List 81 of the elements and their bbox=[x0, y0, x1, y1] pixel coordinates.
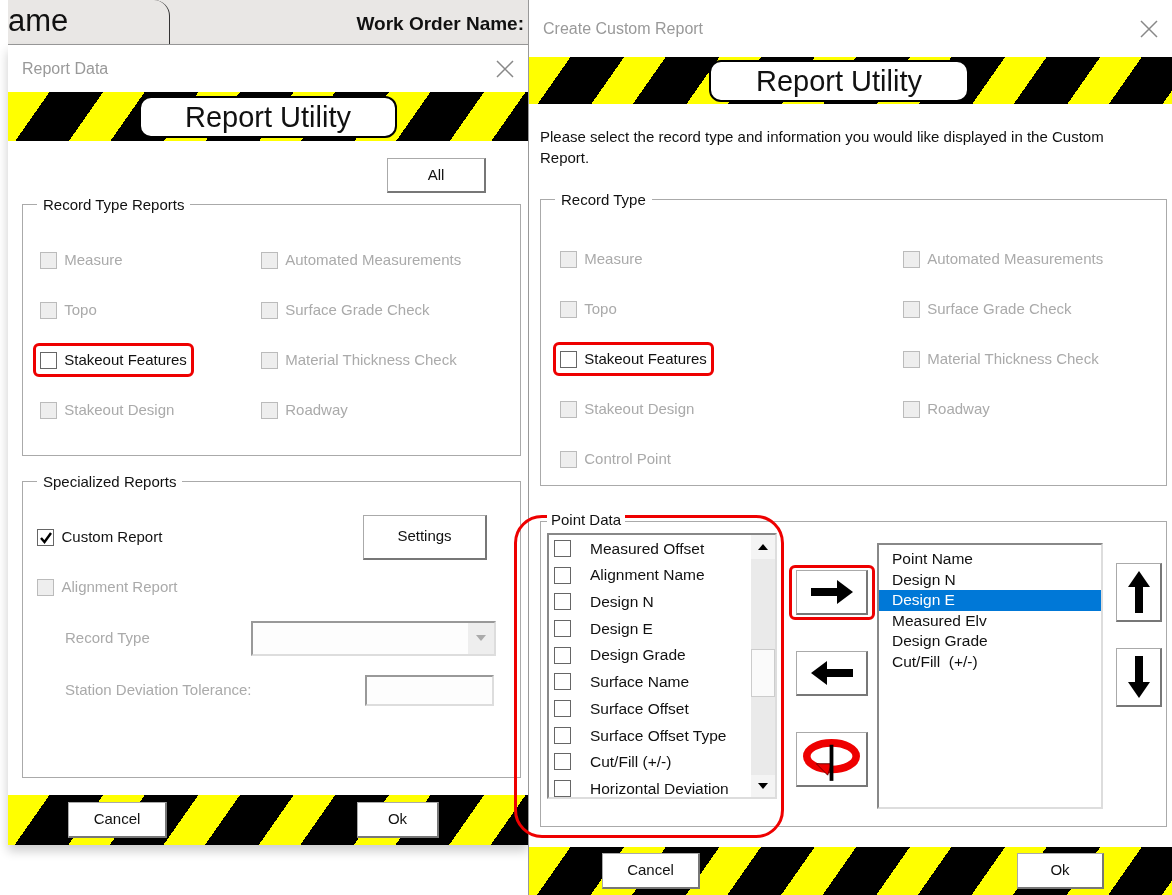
checkbox-label: Stakeout Features bbox=[64, 349, 187, 370]
ok-button[interactable]: Ok bbox=[1017, 853, 1104, 889]
up-arrow-icon bbox=[1125, 569, 1152, 615]
list-item[interactable]: Surface Name bbox=[590, 670, 690, 694]
checkbox[interactable] bbox=[554, 646, 571, 664]
field-label: Station Deviation Tolerance: bbox=[65, 679, 253, 700]
banner-title: Report Utility bbox=[139, 95, 397, 138]
list-item[interactable]: Cut/Fill (+/-) bbox=[879, 651, 1101, 672]
group-title: Point Data bbox=[547, 512, 626, 527]
list-item[interactable]: Design E bbox=[879, 590, 1101, 611]
checkbox-label: Roadway bbox=[927, 398, 990, 419]
remove-button[interactable] bbox=[796, 651, 868, 696]
list-item[interactable]: Design Grade bbox=[879, 631, 1101, 652]
list-item[interactable]: Cut/Fill (+/-) bbox=[590, 750, 672, 774]
scroll-up-icon[interactable] bbox=[758, 544, 768, 550]
ok-button[interactable]: Ok bbox=[357, 802, 439, 838]
cancel-button[interactable]: Cancel bbox=[68, 802, 167, 838]
window-title: Report Data bbox=[22, 58, 109, 79]
list-item[interactable]: Design N bbox=[879, 569, 1101, 590]
scroll-thumb[interactable] bbox=[751, 649, 775, 697]
checkbox[interactable] bbox=[37, 528, 54, 546]
field-label: Work Order Name: bbox=[356, 12, 525, 36]
checkbox-label: Topo bbox=[584, 298, 617, 319]
list-item[interactable]: Horizontal Deviation bbox=[590, 776, 729, 801]
checkbox-label: Surface Grade Check bbox=[927, 298, 1072, 319]
settings-button[interactable]: Settings bbox=[363, 514, 487, 560]
checkbox[interactable] bbox=[554, 539, 571, 557]
all-button[interactable]: All bbox=[387, 158, 486, 193]
checkbox-label: Measure bbox=[584, 248, 643, 269]
cancel-button[interactable]: Cancel bbox=[602, 853, 700, 889]
checkbox-label: Stakeout Design bbox=[64, 399, 175, 420]
checkbox[interactable] bbox=[559, 350, 577, 368]
close-icon[interactable] bbox=[1140, 19, 1158, 38]
down-arrow-icon bbox=[1125, 654, 1152, 700]
checkbox-label: Automated Measurements bbox=[927, 248, 1104, 269]
checkbox-label: Stakeout Design bbox=[584, 398, 695, 419]
scroll-down-icon[interactable] bbox=[758, 783, 768, 789]
checkbox[interactable] bbox=[39, 351, 57, 369]
right-arrow-icon bbox=[808, 578, 855, 606]
checkbox-label: Alignment Report bbox=[61, 576, 178, 597]
window-title: Create Custom Report bbox=[543, 18, 704, 39]
checkbox-label: Control Point bbox=[584, 448, 671, 469]
dropdown[interactable] bbox=[251, 620, 496, 656]
checkbox-label: Roadway bbox=[285, 399, 348, 420]
checkbox-label: Material Thickness Check bbox=[285, 349, 457, 370]
checkbox-label: Stakeout Features bbox=[584, 348, 707, 369]
list-item[interactable]: Design E bbox=[590, 616, 653, 641]
add-button[interactable] bbox=[796, 570, 868, 615]
list-item[interactable]: Design Grade bbox=[590, 643, 686, 667]
list-item[interactable]: Surface Offset bbox=[590, 696, 689, 721]
checkbox[interactable] bbox=[554, 753, 571, 771]
checkbox-label: Topo bbox=[64, 299, 97, 320]
tab-label[interactable]: ame bbox=[8, 3, 69, 38]
field-label: Record Type bbox=[65, 627, 151, 648]
checkbox[interactable] bbox=[554, 780, 571, 798]
list-item[interactable]: Point Name bbox=[879, 549, 1101, 570]
checkbox-label: Material Thickness Check bbox=[927, 348, 1099, 369]
scrollbar[interactable] bbox=[751, 535, 775, 797]
list-item[interactable]: Design N bbox=[590, 590, 654, 614]
close-icon[interactable] bbox=[496, 59, 514, 78]
reset-button[interactable] bbox=[796, 732, 868, 787]
list-item[interactable]: Measured Elv bbox=[879, 610, 1101, 631]
checkbox[interactable] bbox=[554, 566, 571, 584]
list-item[interactable]: Surface Offset Type bbox=[590, 723, 727, 747]
checkbox-label: Surface Grade Check bbox=[285, 299, 430, 320]
checkbox[interactable] bbox=[554, 619, 571, 637]
description-text: Please select the record type and information you would like displayed in the Custom Report. bbox=[539, 127, 1105, 168]
checkbox[interactable] bbox=[554, 593, 571, 611]
caret-icon bbox=[476, 635, 486, 641]
list-item[interactable]: Alignment Name bbox=[590, 563, 705, 587]
checkbox-label: Automated Measurements bbox=[285, 249, 462, 270]
checkbox[interactable] bbox=[554, 726, 571, 744]
move-down-button[interactable] bbox=[1116, 648, 1162, 707]
move-up-button[interactable] bbox=[1116, 563, 1162, 622]
checkbox-label: Measure bbox=[64, 249, 123, 270]
list-item[interactable]: Measured Offset bbox=[590, 536, 705, 560]
checkbox-label: Custom Report bbox=[61, 526, 163, 547]
banner-title: Report Utility bbox=[709, 59, 969, 102]
checkbox[interactable] bbox=[554, 699, 571, 717]
checkbox[interactable] bbox=[554, 673, 571, 691]
circular-arrow-icon bbox=[803, 736, 860, 782]
